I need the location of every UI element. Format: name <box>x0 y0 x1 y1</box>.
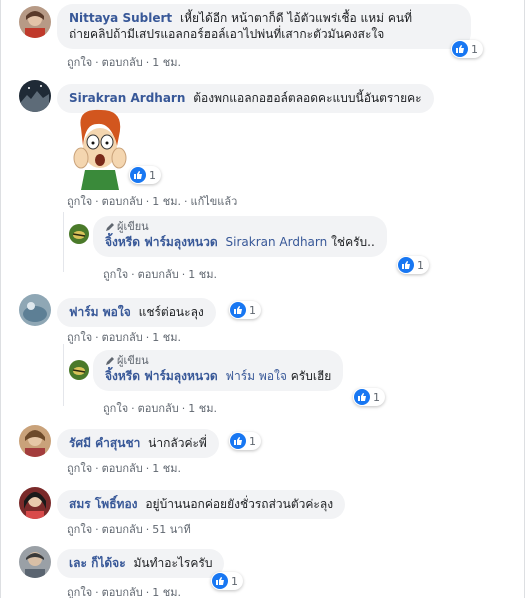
mention-tag[interactable]: ฟาร์ม พอใจ <box>226 369 287 383</box>
reply-link[interactable]: ตอบกลับ <box>102 195 143 208</box>
pencil-icon <box>106 223 114 231</box>
mention-tag[interactable]: Sirakran Ardharn <box>226 235 328 249</box>
reply-link[interactable]: ตอบกลับ <box>102 331 143 344</box>
reaction-count[interactable]: 1 <box>397 256 429 274</box>
avatar[interactable] <box>19 6 51 38</box>
timestamp[interactable]: 1 ชม. <box>152 462 181 475</box>
sticker-image <box>67 106 131 190</box>
comment-actions: ถูกใจ · ตอบกลับ · 1 ชม. · แก้ไขแล้ว <box>67 195 238 208</box>
reply-link[interactable]: ตอบกลับ <box>102 586 143 598</box>
comment-actions: ถูกใจ · ตอบกลับ · 51 นาที <box>67 523 191 536</box>
reply-thread-line <box>63 344 64 406</box>
avatar[interactable] <box>69 360 89 380</box>
like-link[interactable]: ถูกใจ <box>67 586 92 598</box>
like-link[interactable]: ถูกใจ <box>67 195 92 208</box>
comments-panel: Nittaya Sublert เหี้ยได้อีก หน้าตาก็ดี ไ… <box>0 0 525 598</box>
edited-label[interactable]: แก้ไขแล้ว <box>190 195 237 208</box>
commenter-name[interactable]: เละ ก็ได้จะ <box>69 556 126 570</box>
comment-bubble: ฟาร์ม พอใจ แชร์ต่อนะลุง <box>57 298 216 327</box>
like-icon <box>230 433 246 449</box>
like-icon <box>452 41 468 57</box>
comment-bubble: รัศมี คำสุนชา น่ากลัวค่ะพี่ <box>57 429 219 458</box>
reply-bubble: ผู้เขียน จิ้งหรีด ฟาร์มลุงหนวด ฟาร์ม พอใ… <box>93 350 344 391</box>
timestamp[interactable]: 1 ชม. <box>152 56 181 69</box>
timestamp[interactable]: 1 ชม. <box>188 268 217 281</box>
commenter-name[interactable]: Sirakran Ardharn <box>69 91 185 105</box>
reaction-count[interactable]: 1 <box>353 388 385 406</box>
comment-text: น่ากลัวค่ะพี่ <box>148 436 207 450</box>
reaction-count[interactable]: 1 <box>229 432 261 450</box>
reply-link[interactable]: ตอบกลับ <box>138 268 179 281</box>
reply-link[interactable]: ตอบกลับ <box>102 523 143 536</box>
like-link[interactable]: ถูกใจ <box>67 462 92 475</box>
reply-link[interactable]: ตอบกลับ <box>102 462 143 475</box>
like-link[interactable]: ถูกใจ <box>103 268 128 281</box>
comment-text: มันทำอะไรครับ <box>133 556 213 570</box>
comment-actions: ถูกใจ · ตอบกลับ · 1 ชม. <box>67 56 181 69</box>
avatar[interactable] <box>19 487 51 519</box>
commenter-name[interactable]: จิ้งหรีด ฟาร์มลุงหนวด <box>105 235 218 249</box>
reaction-count[interactable]: 1 <box>229 301 261 319</box>
comment-actions: ถูกใจ · ตอบกลับ · 1 ชม. <box>67 586 181 598</box>
comment-text: อยู่บ้านนอกค่อยยังชั่วรถส่วนตัวค่ะลุง <box>145 497 334 511</box>
commenter-name[interactable]: ฟาร์ม พอใจ <box>69 305 131 319</box>
timestamp[interactable]: 1 ชม. <box>152 331 181 344</box>
pencil-icon <box>106 357 114 365</box>
comment-text: ต้องพกแอลกอฮอล์ตลอดคะแบบนี้อันตรายคะ <box>193 91 422 105</box>
reaction-count[interactable]: 1 <box>451 40 483 58</box>
reply-bubble: ผู้เขียน จิ้งหรีด ฟาร์มลุงหนวด Sirakran … <box>93 216 387 257</box>
timestamp[interactable]: 1 ชม. <box>152 586 181 598</box>
reaction-count[interactable]: 1 <box>129 166 161 184</box>
reply-thread-line <box>63 212 64 272</box>
commenter-name[interactable]: รัศมี คำสุนชา <box>69 436 140 450</box>
like-icon <box>130 167 146 183</box>
like-icon <box>212 573 228 589</box>
like-link[interactable]: ถูกใจ <box>103 402 128 415</box>
comment-text: ถ่ายคลิปถ้ามีเสปรแอลกอร์ฮอล์เอาไปพ่นที่เ… <box>69 27 385 41</box>
commenter-name[interactable]: จิ้งหรีด ฟาร์มลุงหนวด <box>105 369 218 383</box>
avatar[interactable] <box>69 224 89 244</box>
comment-bubble: Nittaya Sublert เหี้ยได้อีก หน้าตาก็ดี ไ… <box>57 4 471 49</box>
comment-text: ครับเฮีย <box>290 369 332 383</box>
avatar[interactable] <box>19 546 51 578</box>
author-badge: ผู้เขียน <box>105 354 331 368</box>
like-icon <box>230 302 246 318</box>
comment-actions: ถูกใจ · ตอบกลับ · 1 ชม. <box>67 331 181 344</box>
like-icon <box>398 257 414 273</box>
like-icon <box>354 389 370 405</box>
comment-text: แชร์ต่อนะลุง <box>138 305 204 319</box>
comment-actions: ถูกใจ · ตอบกลับ · 1 ชม. <box>103 268 217 281</box>
avatar[interactable] <box>19 294 51 326</box>
like-link[interactable]: ถูกใจ <box>67 56 92 69</box>
commenter-name[interactable]: Nittaya Sublert <box>69 11 172 25</box>
avatar[interactable] <box>19 425 51 457</box>
reaction-count[interactable]: 1 <box>211 572 243 590</box>
comment-actions: ถูกใจ · ตอบกลับ · 1 ชม. <box>103 402 217 415</box>
comment-text: ใช่ครับ.. <box>331 235 375 249</box>
comment-text: เหี้ยได้อีก หน้าตาก็ดี ไอ้ตัวแพร่เชื้อ แ… <box>179 11 413 25</box>
like-link[interactable]: ถูกใจ <box>67 331 92 344</box>
comment-bubble: เละ ก็ได้จะ มันทำอะไรครับ <box>57 549 225 578</box>
reply-link[interactable]: ตอบกลับ <box>138 402 179 415</box>
timestamp[interactable]: 51 นาที <box>152 523 190 536</box>
comment-actions: ถูกใจ · ตอบกลับ · 1 ชม. <box>67 462 181 475</box>
timestamp[interactable]: 1 ชม. <box>152 195 181 208</box>
avatar[interactable] <box>19 80 51 112</box>
like-link[interactable]: ถูกใจ <box>67 523 92 536</box>
commenter-name[interactable]: สมร โพธิ์ทอง <box>69 497 138 511</box>
comment-bubble: สมร โพธิ์ทอง อยู่บ้านนอกค่อยยังชั่วรถส่ว… <box>57 490 346 519</box>
reply-link[interactable]: ตอบกลับ <box>102 56 143 69</box>
timestamp[interactable]: 1 ชม. <box>188 402 217 415</box>
author-badge: ผู้เขียน <box>105 220 375 234</box>
